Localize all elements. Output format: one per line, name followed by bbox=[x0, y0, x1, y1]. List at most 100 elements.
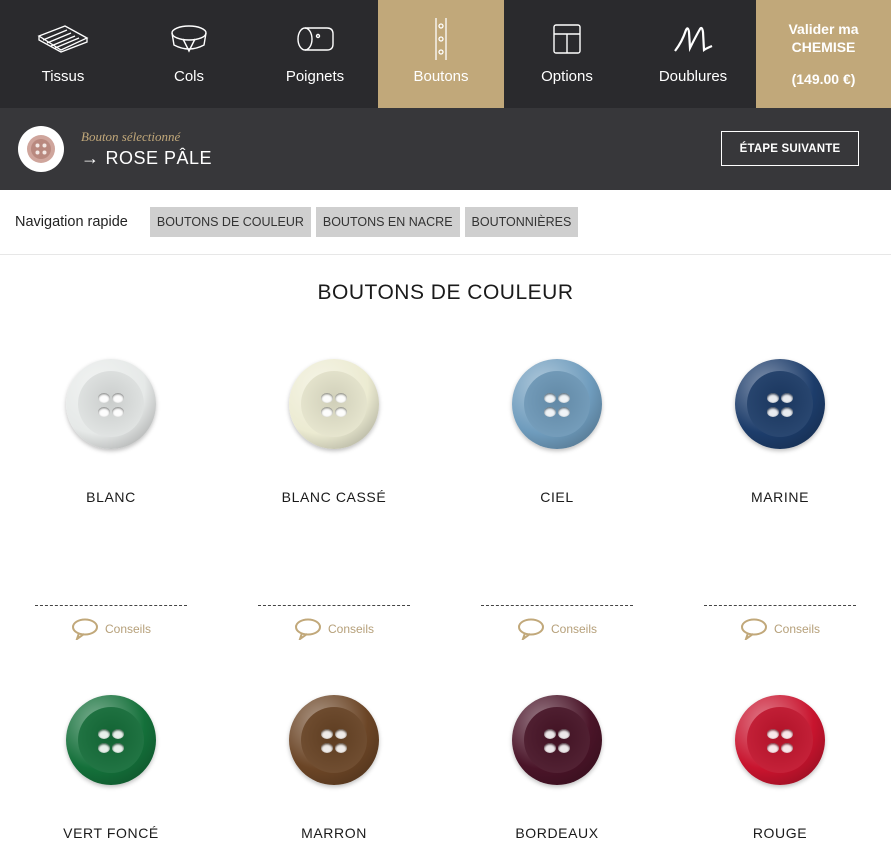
advice-label: Conseils bbox=[327, 622, 375, 636]
button-hole bbox=[781, 407, 793, 417]
button-center bbox=[301, 707, 367, 773]
button-card[interactable]: BLANC bbox=[0, 359, 222, 505]
button-hole bbox=[544, 393, 556, 403]
button-hole bbox=[335, 743, 347, 753]
button-hole bbox=[98, 407, 110, 417]
button-swatch[interactable] bbox=[735, 695, 825, 785]
advice-block: Conseils bbox=[669, 605, 891, 640]
button-name: BLANC bbox=[86, 489, 136, 505]
nav-label: Cols bbox=[173, 68, 204, 85]
button-hole bbox=[98, 743, 110, 753]
button-hole bbox=[767, 393, 779, 403]
button-hole bbox=[98, 729, 110, 739]
button-hole bbox=[321, 743, 333, 753]
nav-cols[interactable]: Cols bbox=[126, 0, 252, 108]
button-name: CIEL bbox=[540, 489, 574, 505]
button-card[interactable]: MARINE bbox=[669, 359, 891, 505]
divider bbox=[35, 605, 187, 606]
button-hole bbox=[112, 743, 124, 753]
selection-bar: Bouton sélectionné → ROSE PÂLE ÉTAPE SUI… bbox=[0, 108, 891, 190]
button-hole bbox=[781, 729, 793, 739]
nav-tissus[interactable]: Tissus bbox=[0, 0, 126, 108]
divider bbox=[258, 605, 410, 606]
button-name: BORDEAUX bbox=[515, 825, 599, 841]
nav-poignets[interactable]: Poignets bbox=[252, 0, 378, 108]
top-navigation: Tissus Cols Poignets Boutons Options Dou… bbox=[0, 0, 891, 108]
button-hole bbox=[335, 393, 347, 403]
selected-button-thumbnail bbox=[18, 126, 64, 172]
button-hole bbox=[767, 407, 779, 417]
speech-bubble-icon bbox=[740, 618, 767, 640]
button-center bbox=[747, 707, 813, 773]
button-swatch[interactable] bbox=[66, 695, 156, 785]
validate-price: (149.00 €) bbox=[791, 71, 856, 87]
speech-bubble-icon bbox=[517, 618, 544, 640]
fabric-icon bbox=[37, 20, 89, 58]
section-title: BOUTONS DE COULEUR bbox=[317, 281, 574, 304]
cuff-icon bbox=[295, 20, 335, 58]
divider bbox=[704, 605, 856, 606]
selected-name-row: → ROSE PÂLE bbox=[81, 148, 212, 169]
button-center bbox=[301, 371, 367, 437]
advice-label: Conseils bbox=[104, 622, 152, 636]
nav-label: Poignets bbox=[285, 68, 345, 85]
button-swatch[interactable] bbox=[512, 359, 602, 449]
speech-bubble-icon bbox=[71, 618, 98, 640]
button-hole bbox=[558, 393, 570, 403]
button-card[interactable]: BORDEAUX bbox=[446, 695, 668, 841]
advice-label: Conseils bbox=[773, 622, 821, 636]
nav-label: Boutons bbox=[413, 68, 469, 85]
advice-link[interactable]: Conseils bbox=[446, 618, 668, 640]
button-card[interactable]: VERT FONCÉ bbox=[0, 695, 222, 841]
advice-link[interactable]: Conseils bbox=[0, 618, 222, 640]
button-card[interactable]: ROUGE bbox=[669, 695, 891, 841]
button-swatch[interactable] bbox=[289, 695, 379, 785]
advice-link[interactable]: Conseils bbox=[669, 618, 891, 640]
button-card[interactable]: MARRON bbox=[223, 695, 445, 841]
advice-block: Conseils bbox=[223, 605, 445, 640]
button-center bbox=[78, 707, 144, 773]
nav-boutons[interactable]: Boutons bbox=[378, 0, 504, 108]
collar-icon bbox=[169, 20, 209, 58]
button-hole bbox=[321, 393, 333, 403]
button-hole bbox=[98, 393, 110, 403]
button-hole bbox=[335, 729, 347, 739]
selected-caption: Bouton sélectionné bbox=[81, 129, 181, 144]
button-name: MARINE bbox=[750, 489, 810, 505]
validate-shirt-button[interactable]: Valider ma CHEMISE (149.00 €) bbox=[756, 0, 891, 108]
button-name: ROUGE bbox=[752, 825, 808, 841]
button-hole bbox=[544, 729, 556, 739]
button-center bbox=[524, 371, 590, 437]
quick-link-couleur[interactable]: BOUTONS DE COULEUR bbox=[149, 207, 311, 237]
validate-line2: CHEMISE bbox=[791, 39, 856, 55]
button-hole bbox=[321, 729, 333, 739]
button-hole bbox=[335, 407, 347, 417]
buttons-icon bbox=[434, 18, 448, 60]
button-swatch[interactable] bbox=[289, 359, 379, 449]
nav-options[interactable]: Options bbox=[504, 0, 630, 108]
button-swatch[interactable] bbox=[66, 359, 156, 449]
button-card[interactable]: CIEL bbox=[446, 359, 668, 505]
button-hole bbox=[112, 393, 124, 403]
button-hole bbox=[558, 743, 570, 753]
nav-doublures[interactable]: Doublures bbox=[630, 0, 756, 108]
lining-icon bbox=[672, 20, 714, 58]
nav-label: Doublures bbox=[658, 68, 728, 85]
button-hole bbox=[544, 407, 556, 417]
button-center bbox=[78, 371, 144, 437]
button-swatch[interactable] bbox=[512, 695, 602, 785]
nav-label: Tissus bbox=[41, 68, 85, 85]
button-center bbox=[747, 371, 813, 437]
quick-link-nacre[interactable]: BOUTONS EN NACRE bbox=[315, 207, 460, 237]
divider bbox=[481, 605, 633, 606]
button-hole bbox=[767, 743, 779, 753]
button-name: MARRON bbox=[301, 825, 367, 841]
button-card[interactable]: BLANC CASSÉ bbox=[223, 359, 445, 505]
button-swatch[interactable] bbox=[735, 359, 825, 449]
advice-link[interactable]: Conseils bbox=[223, 618, 445, 640]
button-hole bbox=[781, 743, 793, 753]
next-step-button[interactable]: ÉTAPE SUIVANTE bbox=[721, 131, 859, 166]
button-center bbox=[524, 707, 590, 773]
quick-link-boutonnieres[interactable]: BOUTONNIÈRES bbox=[464, 207, 579, 237]
quick-navigation: Navigation rapide BOUTONS DE COULEUR BOU… bbox=[0, 190, 891, 255]
